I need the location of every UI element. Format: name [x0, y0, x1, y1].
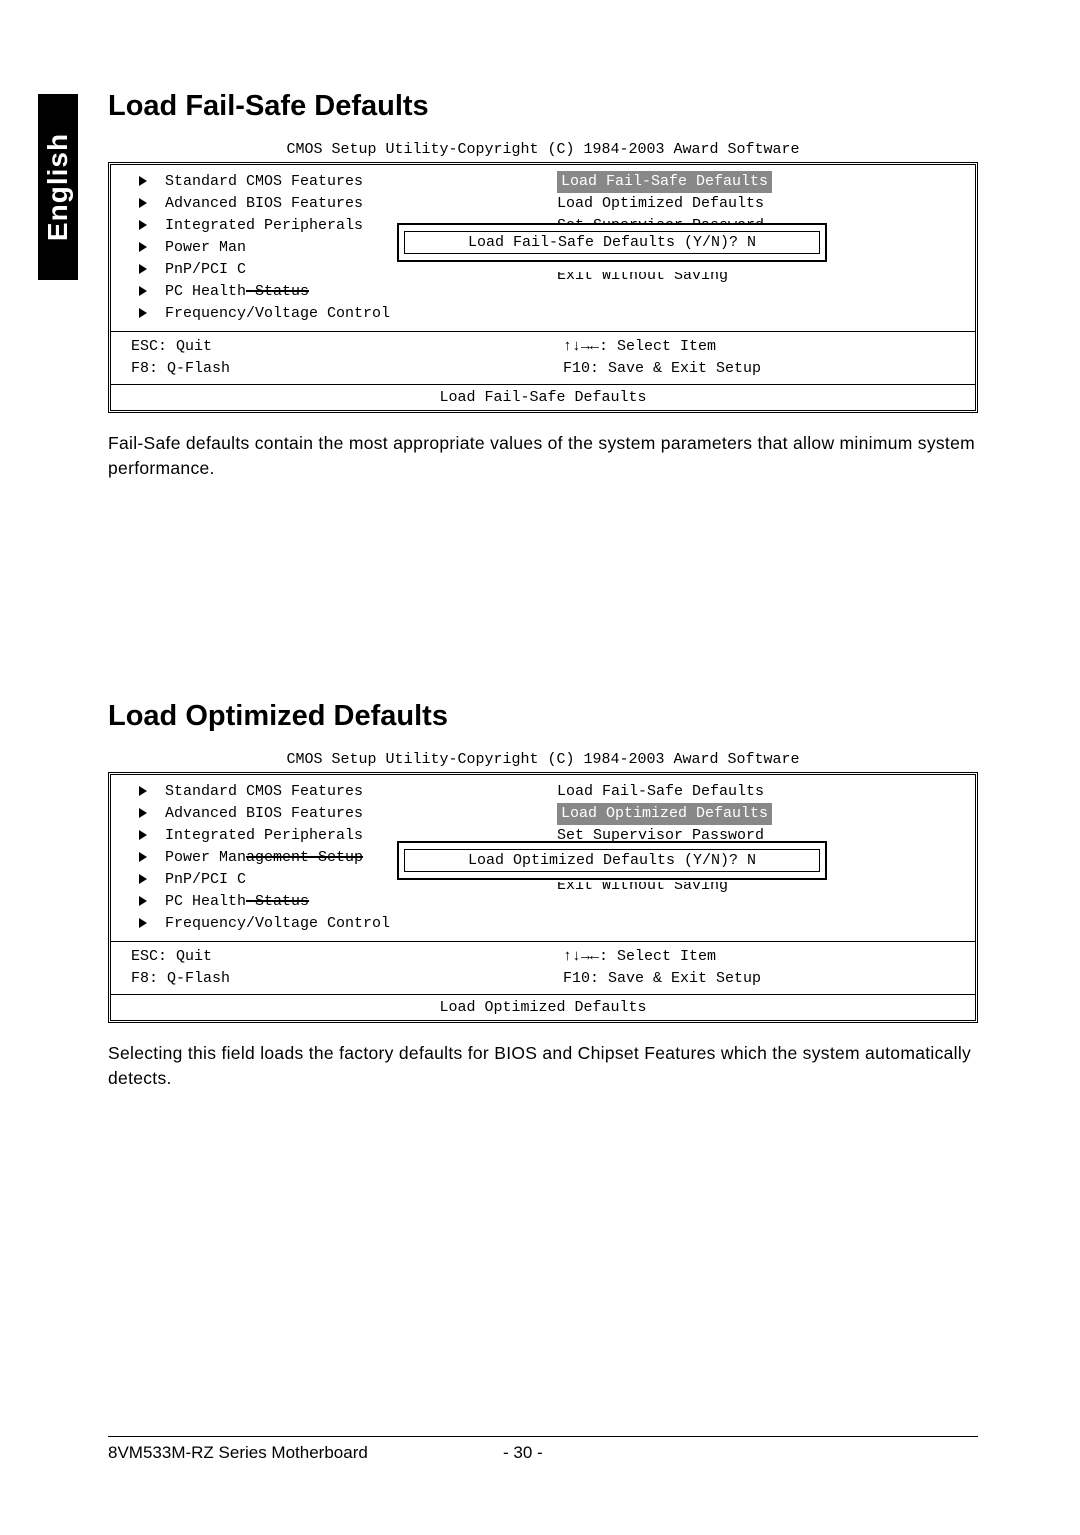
menu-item[interactable]: Standard CMOS Features: [139, 171, 543, 193]
menu-label: Frequency/Voltage Control: [165, 305, 390, 322]
menu-label: Integrated Peripherals: [165, 217, 363, 234]
arrow-icon: [139, 286, 147, 296]
footer-right-col: ↑↓→←: Select Item F10: Save & Exit Setup: [543, 332, 975, 384]
arrow-icon: [139, 874, 147, 884]
bios-status-2: Load Optimized Defaults: [111, 995, 975, 1020]
footer-left-col: ESC: Quit F8: Q-Flash: [111, 942, 543, 994]
menu-label: PnP/PCI C: [165, 871, 246, 888]
bios-title-1: CMOS Setup Utility-Copyright (C) 1984-20…: [108, 141, 978, 158]
section2-heading: Load Optimized Defaults: [108, 700, 978, 733]
confirm-dialog-1: Load Fail-Safe Defaults (Y/N)? N: [397, 223, 827, 262]
f8-hint: F8: Q-Flash: [131, 968, 543, 990]
footer-product: 8VM533M-RZ Series Motherboard: [108, 1443, 503, 1463]
menu-label-highlighted: Load Fail-Safe Defaults: [557, 171, 772, 193]
menu-item[interactable]: Load Fail-Safe Defaults: [557, 781, 975, 803]
bios-box-1: Standard CMOS Features Advanced BIOS Fea…: [108, 162, 978, 413]
menu-item[interactable]: Frequency/Voltage Control: [139, 913, 543, 935]
menu-label: Exit Without Saving: [557, 272, 728, 284]
menu-label: Integrated Peripherals: [165, 827, 363, 844]
dialog-text[interactable]: Load Fail-Safe Defaults (Y/N)? N: [404, 231, 820, 254]
menu-item[interactable]: Advanced BIOS Features: [139, 193, 543, 215]
menu-label: PnP/PCI C: [165, 261, 246, 278]
arrow-icon: [139, 896, 147, 906]
menu-label: Load Optimized Defaults: [557, 195, 764, 212]
bios-footer-2: ESC: Quit F8: Q-Flash ↑↓→←: Select Item …: [111, 942, 975, 995]
menu-item[interactable]: PC Health Status: [139, 281, 543, 303]
menu-item[interactable]: Load Optimized Defaults: [557, 193, 975, 215]
menu-label: Power Management Setup: [165, 849, 363, 866]
menu-label: Frequency/Voltage Control: [165, 915, 390, 932]
bios-footer-1: ESC: Quit F8: Q-Flash ↑↓→←: Select Item …: [111, 332, 975, 385]
menu-label: PC Health Status: [165, 283, 309, 300]
footer-right-col: ↑↓→←: Select Item F10: Save & Exit Setup: [543, 942, 975, 994]
menu-item[interactable]: Standard CMOS Features: [139, 781, 543, 803]
menu-item[interactable]: Load Optimized Defaults: [557, 803, 975, 825]
arrow-icon: [139, 808, 147, 818]
language-label: English: [42, 133, 74, 241]
menu-label: Standard CMOS Features: [165, 173, 363, 190]
esc-hint: ESC: Quit: [131, 336, 543, 358]
menu-label: Power Man: [165, 239, 246, 256]
language-tab: English: [38, 94, 78, 280]
arrow-icon: [139, 264, 147, 274]
menu-item[interactable]: Advanced BIOS Features: [139, 803, 543, 825]
bios-menu-2: Standard CMOS Features Advanced BIOS Fea…: [111, 775, 975, 942]
arrows-hint: ↑↓→←: Select Item: [563, 946, 975, 968]
menu-label: Advanced BIOS Features: [165, 195, 363, 212]
arrow-icon: [139, 242, 147, 252]
arrow-icon: [139, 220, 147, 230]
bios-box-2: Standard CMOS Features Advanced BIOS Fea…: [108, 772, 978, 1023]
section1-description: Fail-Safe defaults contain the most appr…: [108, 431, 978, 480]
f8-hint: F8: Q-Flash: [131, 358, 543, 380]
menu-item[interactable]: Exit Without Saving: [557, 882, 975, 895]
f10-hint: F10: Save & Exit Setup: [563, 358, 975, 380]
arrow-icon: [139, 830, 147, 840]
menu-item[interactable]: Exit Without Saving: [557, 272, 975, 285]
page-content: Load Fail-Safe Defaults CMOS Setup Utili…: [108, 90, 978, 1090]
section2: Load Optimized Defaults CMOS Setup Utili…: [108, 700, 978, 1090]
dialog-text[interactable]: Load Optimized Defaults (Y/N)? N: [404, 849, 820, 872]
footer-left-col: ESC: Quit F8: Q-Flash: [111, 332, 543, 384]
confirm-dialog-2: Load Optimized Defaults (Y/N)? N: [397, 841, 827, 880]
menu-label: Exit Without Saving: [557, 882, 728, 894]
f10-hint: F10: Save & Exit Setup: [563, 968, 975, 990]
menu-item[interactable]: Load Fail-Safe Defaults: [557, 171, 975, 193]
menu-label-highlighted: Load Optimized Defaults: [557, 803, 772, 825]
menu-item[interactable]: PC Health Status: [139, 891, 543, 913]
menu-label: Standard CMOS Features: [165, 783, 363, 800]
bios-status-1: Load Fail-Safe Defaults: [111, 385, 975, 410]
esc-hint: ESC: Quit: [131, 946, 543, 968]
menu-item[interactable]: PnP/PCI C: [139, 259, 543, 281]
menu-item: [557, 285, 975, 307]
bios-title-2: CMOS Setup Utility-Copyright (C) 1984-20…: [108, 751, 978, 768]
footer-page-number: - 30 -: [503, 1443, 583, 1463]
menu-item: [557, 895, 975, 917]
footer-spacer: [583, 1443, 978, 1463]
arrow-icon: [139, 918, 147, 928]
section2-description: Selecting this field loads the factory d…: [108, 1041, 978, 1090]
menu-label: Advanced BIOS Features: [165, 805, 363, 822]
arrow-icon: [139, 308, 147, 318]
arrow-icon: [139, 176, 147, 186]
menu-label: Load Fail-Safe Defaults: [557, 783, 764, 800]
menu-label: PC Health Status: [165, 893, 309, 910]
section1-heading: Load Fail-Safe Defaults: [108, 90, 978, 123]
arrow-icon: [139, 852, 147, 862]
arrows-hint: ↑↓→←: Select Item: [563, 336, 975, 358]
page-footer: 8VM533M-RZ Series Motherboard - 30 -: [108, 1436, 978, 1463]
arrow-icon: [139, 198, 147, 208]
menu-item[interactable]: Frequency/Voltage Control: [139, 303, 543, 325]
bios-menu-1: Standard CMOS Features Advanced BIOS Fea…: [111, 165, 975, 332]
arrow-icon: [139, 786, 147, 796]
